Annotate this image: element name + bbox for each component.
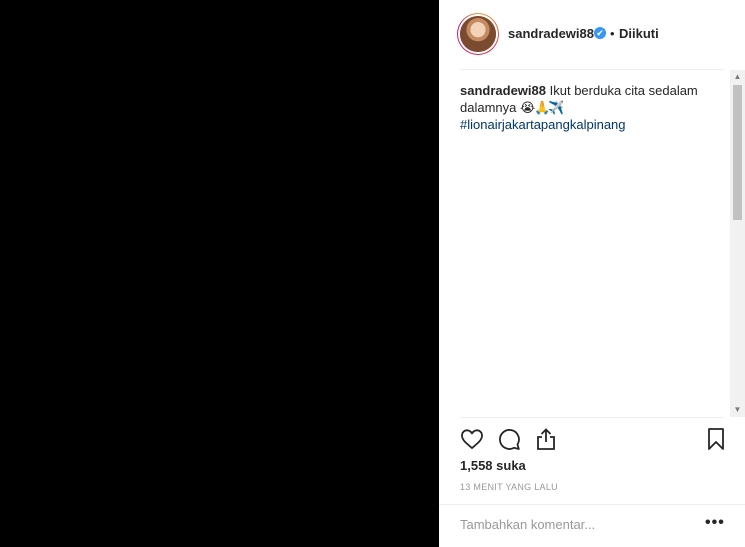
comments-scrollbar[interactable]: ▲ ▼: [730, 70, 745, 417]
header-divider: [460, 69, 724, 70]
add-comment-input[interactable]: Tambahkan komentar...: [460, 517, 595, 532]
comment-box-divider: [439, 504, 745, 505]
post-media[interactable]: [0, 0, 439, 547]
heart-icon[interactable]: [460, 427, 484, 451]
follow-status-button[interactable]: Diikuti: [619, 26, 659, 41]
caption-username[interactable]: sandradewi88: [460, 83, 546, 98]
actions-divider: [460, 417, 724, 418]
crying-emoji-icon: 😭: [520, 100, 536, 115]
share-icon[interactable]: [534, 427, 558, 451]
comment-bubble-icon[interactable]: [497, 427, 521, 451]
scroll-down-arrow-icon[interactable]: ▼: [730, 403, 745, 417]
avatar[interactable]: [457, 13, 499, 55]
hashtag-link[interactable]: #lionairjakartapangkalpinang: [460, 116, 710, 133]
post-username[interactable]: sandradewi88: [508, 26, 594, 41]
scrollbar-thumb[interactable]: [733, 85, 742, 220]
more-options-icon[interactable]: •••: [705, 514, 725, 532]
post-header: sandradewi88 ✔ • Diikuti: [439, 0, 745, 69]
verified-badge-icon: ✔: [594, 27, 606, 39]
likes-count[interactable]: 1,558 suka: [460, 458, 526, 473]
scroll-up-arrow-icon[interactable]: ▲: [730, 70, 745, 84]
praying-hands-emoji-icon: 🙏: [534, 100, 551, 115]
caption-comment: sandradewi88 Ikut berduka cita sedalam d…: [460, 82, 710, 133]
bookmark-icon[interactable]: [704, 427, 728, 451]
post-side-panel: sandradewi88 ✔ • Diikuti sandradewi88 Ik…: [439, 0, 745, 547]
airplane-emoji-icon: ✈️: [548, 100, 565, 115]
post-timestamp[interactable]: 13 MENIT YANG LALU: [460, 482, 558, 492]
separator-dot: •: [610, 26, 615, 41]
profile-photo: [460, 16, 496, 52]
